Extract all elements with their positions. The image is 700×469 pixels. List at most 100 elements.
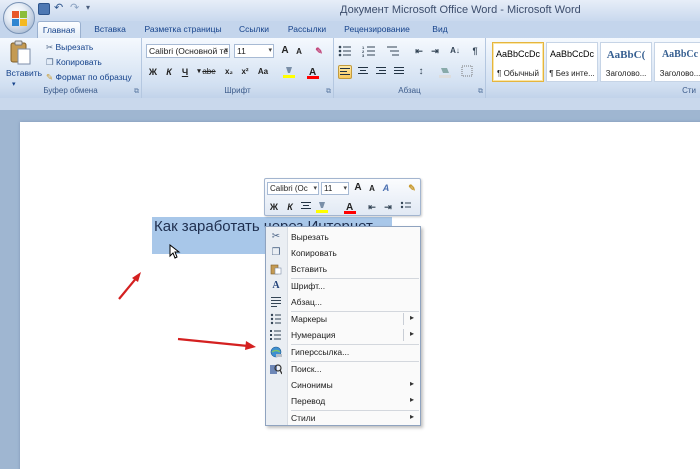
undo-icon[interactable]: ↶ [54, 3, 66, 15]
shading-icon[interactable] [438, 65, 452, 79]
change-case-button[interactable]: Aa [256, 65, 270, 79]
underline-button[interactable]: Ч [178, 65, 192, 79]
mini-format-painter-icon[interactable]: ✎ [405, 181, 419, 195]
tab-mailings[interactable]: Рассылки [283, 21, 331, 38]
mini-toolbar: Calibri (Ос ▾ 11 ▾ A A A ✎ Ж К A ⇤ ⇥ [264, 178, 421, 216]
mini-font-size-combo[interactable]: 11 ▾ [321, 182, 349, 195]
style-no-spacing[interactable]: AaBbCcDc ¶ Без инте... [546, 42, 598, 82]
hyperlink-icon [270, 346, 282, 358]
mini-italic-button[interactable]: К [283, 200, 297, 214]
style-sample: AaBbC( [606, 49, 646, 61]
font-icon: A [272, 280, 280, 291]
paste-button[interactable]: Вставить [6, 68, 42, 78]
grow-font-button[interactable]: A [278, 44, 292, 58]
menu-item-numbering[interactable]: Нумерация ▸ [266, 327, 420, 343]
menu-item-translate[interactable]: Перевод ▸ [266, 393, 420, 409]
clipboard-dialog-launcher-icon[interactable]: ⧉ [134, 88, 139, 96]
menu-item-styles[interactable]: Стили ▸ [266, 410, 420, 426]
italic-button[interactable]: К [162, 65, 176, 79]
sort-icon[interactable]: A↓ [448, 44, 462, 58]
cut-button[interactable]: ✂ Вырезать [46, 42, 93, 53]
menu-item-bullets[interactable]: Маркеры ▸ [266, 311, 420, 327]
save-icon[interactable] [38, 3, 50, 15]
office-button[interactable] [3, 2, 35, 34]
mini-bullets-icon[interactable] [399, 200, 413, 214]
mini-font-color-icon[interactable]: A [343, 200, 357, 214]
bold-button[interactable]: Ж [146, 65, 160, 79]
mini-center-icon[interactable] [299, 200, 313, 214]
redo-icon[interactable]: ↷ [70, 3, 82, 15]
multilevel-list-icon[interactable] [386, 44, 400, 58]
paragraph-group: 123 ⇤ ⇥ A↓ ¶ ↕ Абзац ⧉ [334, 38, 486, 98]
align-center-icon[interactable] [356, 65, 370, 79]
menu-item-font[interactable]: A Шрифт... [266, 278, 420, 294]
style-name: Заголово... [659, 69, 700, 78]
align-left-icon[interactable] [338, 65, 352, 79]
paragraph-group-label: Абзац [334, 86, 485, 98]
style-normal[interactable]: AaBbCcDc ¶ Обычный [492, 42, 544, 82]
clear-formatting-icon[interactable]: ✎ [312, 44, 326, 58]
copy-icon: ❐ [46, 57, 54, 67]
font-dialog-launcher-icon[interactable]: ⧉ [326, 88, 331, 96]
ruler [0, 98, 700, 110]
numbering-icon[interactable]: 123 [362, 44, 376, 58]
tab-references[interactable]: Ссылки [234, 21, 274, 38]
clipboard-group-label: Буфер обмена [0, 86, 141, 98]
mini-grow-font-icon[interactable]: A [351, 181, 365, 195]
tab-home[interactable]: Главная [37, 21, 81, 38]
submenu-arrow-icon: ▸ [409, 313, 414, 322]
paste-icon[interactable] [8, 40, 34, 66]
style-heading-1[interactable]: AaBbC( Заголово... [600, 42, 652, 82]
pilcrow-icon[interactable]: ¶ [468, 44, 482, 58]
highlight-icon[interactable] [282, 65, 296, 79]
chevron-down-icon: ▾ [268, 47, 272, 54]
research-icon [270, 363, 283, 375]
shrink-font-button[interactable]: A [292, 45, 306, 59]
customize-qat-icon[interactable]: ▾ [86, 3, 98, 15]
menu-item-paste[interactable]: Вставить [266, 261, 420, 277]
menu-item-cut[interactable]: ✂ Вырезать [266, 229, 420, 245]
font-color-icon[interactable]: A [306, 65, 320, 79]
subscript-button[interactable]: x₂ [222, 65, 236, 79]
format-painter-button[interactable]: ✎ Формат по образцу [46, 72, 132, 83]
bullets-icon[interactable] [338, 44, 352, 58]
font-size-combo[interactable]: 11 ▾ [234, 44, 274, 58]
align-right-icon[interactable] [374, 65, 388, 79]
decrease-indent-icon[interactable]: ⇤ [412, 44, 426, 58]
copy-button[interactable]: ❐ Копировать [46, 57, 102, 68]
tab-view[interactable]: Вид [426, 21, 454, 38]
superscript-button[interactable]: x² [238, 65, 252, 79]
mini-font-name-combo[interactable]: Calibri (Ос ▾ [267, 182, 319, 195]
line-spacing-icon[interactable]: ↕ [414, 65, 428, 79]
paste-icon [270, 263, 282, 275]
mini-bold-button[interactable]: Ж [267, 200, 281, 214]
mini-increase-indent-icon[interactable]: ⇥ [381, 200, 395, 214]
mini-shrink-font-icon[interactable]: A [365, 182, 379, 196]
borders-icon[interactable] [460, 65, 474, 79]
tab-review[interactable]: Рецензирование [340, 21, 414, 38]
submenu-arrow-icon: ▸ [409, 395, 414, 404]
tab-page-layout[interactable]: Разметка страницы [140, 21, 226, 38]
menu-item-paragraph[interactable]: Абзац... [266, 294, 420, 310]
menu-item-research[interactable]: Поиск... [266, 361, 420, 377]
justify-icon[interactable] [392, 65, 406, 79]
style-heading-2[interactable]: AaBbCc Заголово... [654, 42, 700, 82]
style-name: ¶ Без инте... [549, 69, 595, 78]
window-title: Документ Microsoft Office Word - Microso… [340, 4, 581, 16]
increase-indent-icon[interactable]: ⇥ [428, 44, 442, 58]
menu-item-synonyms[interactable]: Синонимы ▸ [266, 377, 420, 393]
tab-insert[interactable]: Вставка [88, 21, 132, 38]
style-sample: AaBbCcDc [549, 49, 594, 59]
menu-item-copy[interactable]: ❐ Копировать [266, 245, 420, 261]
chevron-down-icon: ▾ [224, 47, 228, 54]
font-name-combo[interactable]: Calibri (Основной те ▾ [146, 44, 230, 58]
title-bar: ↶ ↷ ▾ Документ Microsoft Office Word - M… [0, 0, 700, 21]
menu-item-hyperlink[interactable]: Гиперссылка... [266, 344, 420, 360]
mini-styles-icon[interactable]: A [379, 181, 393, 195]
paragraph-dialog-launcher-icon[interactable]: ⧉ [478, 88, 483, 96]
mini-highlight-icon[interactable] [315, 200, 329, 214]
font-group: Calibri (Основной те ▾ 11 ▾ A A ✎ Ж К Ч ▾ … [142, 38, 334, 98]
bullets-icon [270, 313, 282, 325]
strikethrough-button[interactable]: abe [202, 65, 216, 79]
mini-decrease-indent-icon[interactable]: ⇤ [365, 200, 379, 214]
